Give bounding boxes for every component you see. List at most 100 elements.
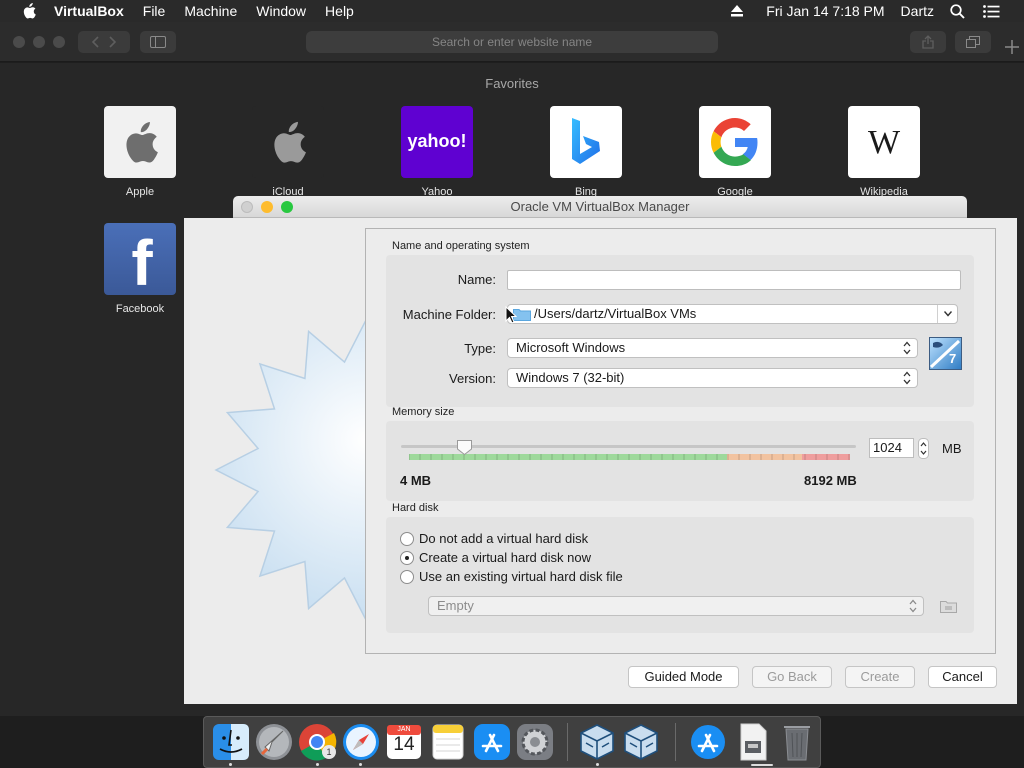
- safari-minimize-button[interactable]: [33, 36, 45, 48]
- favorite-label: Apple: [125, 186, 155, 198]
- memory-slider-ticks: [409, 454, 850, 460]
- memory-stepper-icon[interactable]: [918, 438, 929, 459]
- updown-arrows-icon: [903, 371, 911, 385]
- type-label: Type:: [464, 341, 496, 356]
- favorite-bing[interactable]: Bing: [550, 106, 622, 198]
- facebook-logo-text: f: [131, 227, 153, 295]
- radio-no-disk-label[interactable]: Do not add a virtual hard disk: [419, 531, 588, 546]
- downloads-progress-indicator: [751, 764, 773, 766]
- running-indicator: [316, 763, 319, 766]
- finder-icon[interactable]: [210, 721, 252, 763]
- create-button[interactable]: Create: [845, 666, 915, 688]
- memory-unit-label: MB: [942, 441, 962, 456]
- radio-create-disk[interactable]: [400, 551, 414, 565]
- menu-machine[interactable]: Machine: [184, 3, 237, 19]
- spotlight-search-icon[interactable]: [950, 3, 965, 19]
- menu-window[interactable]: Window: [256, 3, 306, 19]
- eject-icon[interactable]: [730, 5, 744, 17]
- mouse-pointer-icon: [505, 306, 517, 324]
- version-label: Version:: [449, 371, 496, 386]
- wikipedia-logo-text: W: [867, 124, 901, 161]
- launchpad-icon[interactable]: [253, 721, 295, 763]
- name-field[interactable]: [507, 270, 961, 290]
- machine-folder-label: Machine Folder:: [402, 307, 496, 322]
- memory-min-label: 4 MB: [400, 473, 432, 488]
- favorite-yahoo[interactable]: yahoo! Yahoo: [401, 106, 473, 198]
- existing-disk-select[interactable]: Empty: [428, 596, 924, 616]
- safari-icon[interactable]: [340, 721, 382, 763]
- bing-logo-tile: [550, 106, 622, 178]
- favorite-apple[interactable]: Apple: [104, 106, 176, 198]
- running-indicator: [359, 763, 362, 766]
- favorite-facebook[interactable]: f Facebook: [104, 223, 176, 315]
- vbox-window-title: Oracle VM VirtualBox Manager: [510, 199, 690, 214]
- favorite-wikipedia[interactable]: W Wikipedia: [848, 106, 920, 198]
- favorite-google[interactable]: Google: [699, 106, 771, 198]
- apple-menu-icon[interactable]: [20, 3, 38, 19]
- menu-help[interactable]: Help: [325, 3, 354, 19]
- wizard-content-frame: Name and operating system Name: Machine …: [365, 228, 996, 654]
- radio-create-disk-label[interactable]: Create a virtual hard disk now: [419, 550, 591, 565]
- folder-dropdown-area[interactable]: [937, 305, 957, 323]
- back-forward-buttons[interactable]: [78, 31, 130, 53]
- memory-size-input[interactable]: 1024: [869, 438, 914, 458]
- name-label: Name:: [457, 272, 496, 287]
- updown-arrows-icon: [909, 599, 917, 613]
- downloads-stack-icon[interactable]: [732, 721, 774, 763]
- favorites-title: Favorites: [485, 76, 539, 91]
- trash-icon[interactable]: [776, 721, 818, 763]
- control-center-icon[interactable]: [983, 4, 1000, 18]
- type-value: Microsoft Windows: [516, 340, 626, 355]
- new-vm-wizard: Name and operating system Name: Machine …: [184, 218, 1017, 704]
- radio-existing-disk-label[interactable]: Use an existing virtual hard disk file: [419, 569, 623, 584]
- yahoo-logo-text: yahoo!: [407, 131, 467, 151]
- google-logo-tile: [699, 106, 771, 178]
- memory-max-label: 8192 MB: [804, 473, 857, 488]
- dock: 1 JAN 14: [203, 716, 821, 768]
- tabs-overview-button[interactable]: [955, 31, 991, 53]
- address-search-field[interactable]: Search or enter website name: [306, 31, 718, 53]
- memory-slider-thumb[interactable]: [456, 439, 473, 456]
- safari-toolbar: Search or enter website name: [0, 22, 1024, 62]
- sidebar-toggle-button[interactable]: [140, 31, 176, 53]
- windows-7-os-icon: [929, 337, 962, 370]
- existing-disk-value: Empty: [437, 598, 474, 613]
- menu-app-name[interactable]: VirtualBox: [54, 3, 124, 19]
- google-logo-icon: [711, 118, 758, 166]
- go-back-button[interactable]: Go Back: [752, 666, 832, 688]
- safari-close-button[interactable]: [13, 36, 25, 48]
- icloud-apple-logo-icon: [274, 121, 306, 163]
- app-store-downloads-icon[interactable]: [687, 721, 729, 763]
- notes-icon[interactable]: [427, 721, 469, 763]
- machine-folder-select[interactable]: /Users/dartz/VirtualBox VMs: [507, 304, 958, 324]
- radio-existing-disk[interactable]: [400, 570, 414, 584]
- os-version-badge: 7: [949, 351, 957, 366]
- dock-separator: [675, 723, 676, 761]
- yahoo-logo-tile: yahoo!: [401, 106, 473, 178]
- system-preferences-icon[interactable]: [514, 721, 556, 763]
- menu-bar: VirtualBox File Machine Window Help Fri …: [0, 0, 1024, 22]
- choose-disk-file-icon[interactable]: [940, 599, 957, 613]
- radio-no-disk[interactable]: [400, 532, 414, 546]
- safari-zoom-button[interactable]: [53, 36, 65, 48]
- favorite-icloud[interactable]: iCloud: [252, 106, 324, 198]
- bing-logo-icon: [572, 118, 600, 164]
- new-tab-icon[interactable]: [1005, 40, 1019, 54]
- share-icon: [922, 35, 934, 49]
- cancel-button[interactable]: Cancel: [928, 666, 997, 688]
- section-title-memory: Memory size: [392, 406, 455, 418]
- menu-clock[interactable]: Fri Jan 14 7:18 PM: [766, 3, 884, 19]
- sidebar-icon: [150, 36, 166, 48]
- menu-file[interactable]: File: [143, 3, 166, 19]
- app-store-icon[interactable]: [471, 721, 513, 763]
- version-value: Windows 7 (32-bit): [516, 370, 625, 385]
- vbox-title-bar[interactable]: Oracle VM VirtualBox Manager: [233, 196, 967, 218]
- guided-mode-button[interactable]: Guided Mode: [628, 666, 739, 688]
- type-select[interactable]: Microsoft Windows: [507, 338, 918, 358]
- version-select[interactable]: Windows 7 (32-bit): [507, 368, 918, 388]
- virtualbox-icon[interactable]: [576, 721, 618, 763]
- menu-user[interactable]: Dartz: [901, 3, 934, 19]
- updown-arrows-icon: [903, 341, 911, 355]
- virtualbox-vm-icon[interactable]: [620, 721, 662, 763]
- share-button[interactable]: [910, 31, 946, 53]
